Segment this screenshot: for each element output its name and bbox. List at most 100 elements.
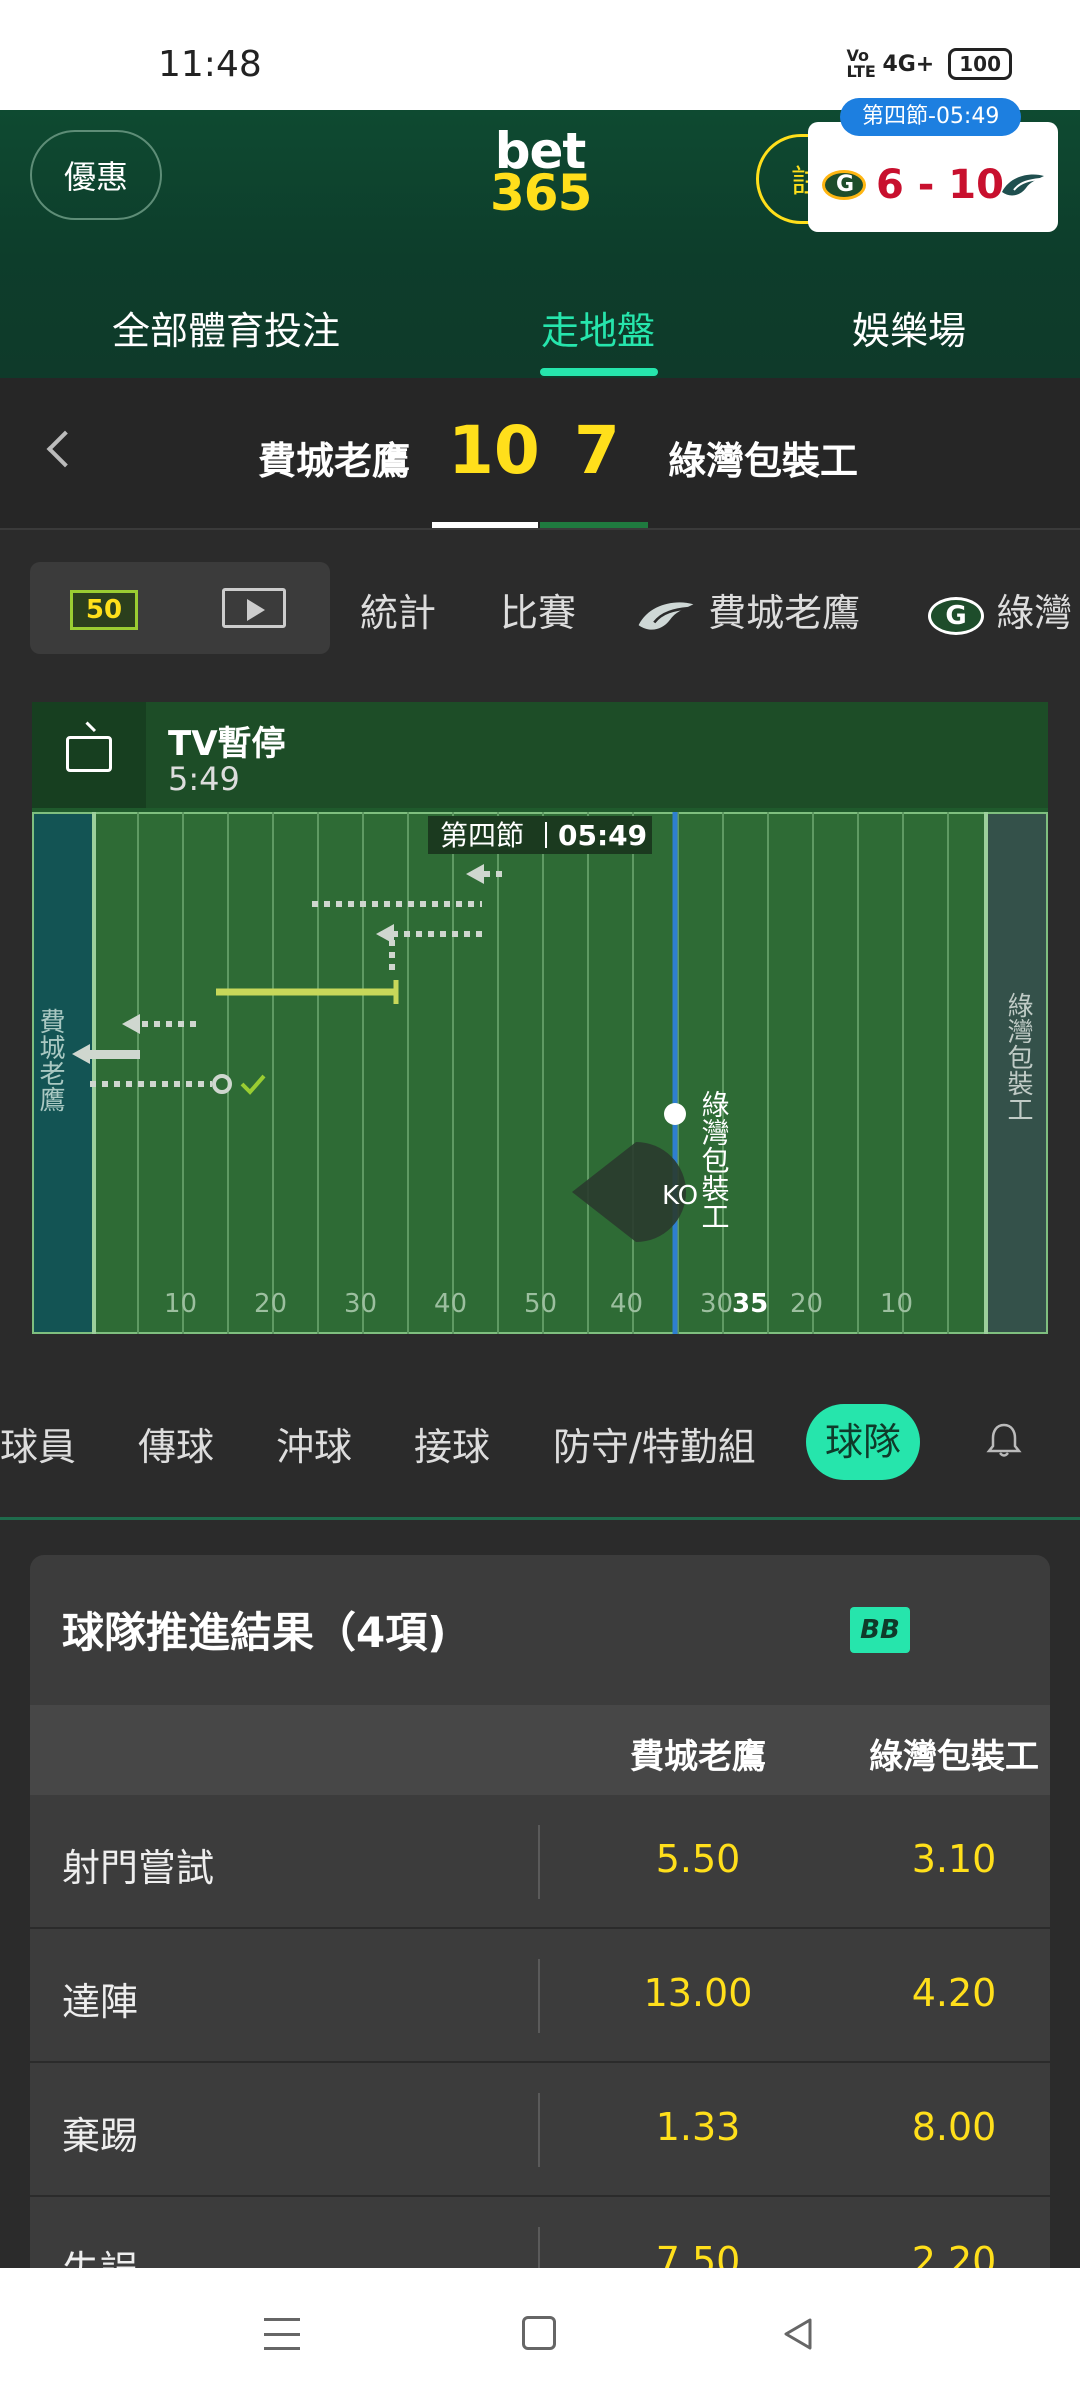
bet365-logo[interactable]: bet 365 (490, 126, 592, 222)
tab-players[interactable]: 球員 (0, 1416, 76, 1471)
app-header: 優惠 bet 365 註 第四節-05:49 6 - 10 全部體育投注 走地盤… (0, 98, 1080, 378)
odds-away[interactable]: 4.20 (844, 1971, 1050, 2015)
left-endzone-label: 費城老鷹 (35, 1008, 65, 1112)
volte-icon: Vo LTE (846, 46, 876, 81)
yard-number: 20 (254, 1289, 287, 1319)
bell-icon[interactable] (986, 1422, 1022, 1458)
field-period-label: 第四節 (440, 819, 524, 852)
logo-text-bottom: 365 (490, 164, 592, 222)
view-tabs: 50 統計 比賽 費城老鷹 G 綠灣 (0, 530, 1080, 690)
odds-away[interactable]: 3.10 (844, 1837, 1050, 1881)
tab-passing[interactable]: 傳球 (138, 1416, 214, 1471)
tv-status: TV暫停 (168, 724, 286, 764)
main-nav: 全部體育投注 走地盤 娛樂場 (0, 270, 1080, 378)
market-row: 達陣 13.00 4.20 (30, 1929, 1050, 2063)
status-bar: 11:48 Vo LTE 4G+ 100 (0, 0, 1080, 110)
tab-packers-label: 綠灣 (996, 591, 1073, 635)
tab-eagles[interactable]: 費城老鷹 (636, 582, 860, 637)
tv-icon-box (32, 702, 146, 808)
tab-team[interactable]: 球隊 (806, 1404, 920, 1480)
away-team-bar (540, 522, 648, 528)
popup-score: 6 - 10 (876, 162, 1004, 208)
live-score-popup[interactable]: 第四節-05:49 6 - 10 (808, 98, 1058, 232)
tab-rushing[interactable]: 沖球 (276, 1416, 352, 1471)
tv-icon (66, 736, 112, 772)
market-row-name: 失誤 (62, 2248, 139, 2270)
active-tab-indicator (540, 368, 658, 376)
yard-number: 30 (700, 1289, 733, 1319)
market-tabs: 球員 傳球 沖球 接球 防守/特勤組 球隊 (0, 1370, 1080, 1520)
tv-status-bar: TV暫停 5:49 (32, 702, 1048, 808)
yard-number: 40 (610, 1289, 643, 1319)
row-divider (538, 2227, 540, 2270)
row-divider (538, 2093, 540, 2167)
row-divider (538, 1959, 540, 2033)
odds-home[interactable]: 7.50 (588, 2239, 808, 2270)
yard-number: 10 (880, 1289, 913, 1319)
odds-home[interactable]: 1.33 (588, 2105, 808, 2149)
market-row: 失誤 7.50 2.20 (30, 2197, 1050, 2270)
back-chevron-icon[interactable] (46, 430, 84, 468)
market-title: 球隊推進結果（4項) (62, 1608, 447, 1657)
yard-number: 30 (344, 1289, 377, 1319)
bet-builder-badge[interactable]: BB (850, 1607, 910, 1653)
yard-number: 20 (790, 1289, 823, 1319)
match-tracker: TV暫停 5:49 第四節 05:49 KO 費城老鷹 綠灣包裝工 綠灣包裝工 … (32, 702, 1048, 1334)
view-switch: 50 (30, 562, 330, 654)
football-field: 第四節 05:49 KO 費城老鷹 綠灣包裝工 綠灣包裝工 35 10 20 3… (32, 812, 1048, 1334)
market-row-name: 達陣 (62, 1980, 139, 2024)
tv-clock: 5:49 (168, 760, 240, 798)
menu-icon[interactable] (264, 2318, 300, 2350)
odds-home[interactable]: 5.50 (588, 1837, 808, 1881)
odds-away[interactable]: 8.00 (844, 2105, 1050, 2149)
market-column-header: 費城老鷹 綠灣包裝工 (30, 1705, 1050, 1795)
match-header: 費城老鷹 10 7 綠灣包裝工 (0, 378, 1080, 530)
tab-stats[interactable]: 統計 (360, 582, 436, 637)
packers-logo-icon (822, 170, 866, 200)
odds-away[interactable]: 2.20 (844, 2239, 1050, 2270)
match-tracker-icon[interactable]: 50 (70, 590, 138, 630)
play-video-icon[interactable] (222, 588, 286, 628)
market-row: 射門嘗試 5.50 3.10 (30, 1795, 1050, 1929)
status-icons: Vo LTE 4G+ 100 (846, 48, 1012, 80)
battery-icon: 100 (948, 48, 1012, 80)
ball-yard-label: 35 (732, 1289, 768, 1319)
column-home-team: 費城老鷹 (630, 1737, 766, 1777)
market-row-name: 棄踢 (62, 2114, 139, 2158)
back-icon[interactable] (780, 2316, 816, 2352)
popup-period: 第四節-05:49 (840, 98, 1022, 136)
eagles-logo-icon (1002, 174, 1044, 196)
row-divider (538, 1825, 540, 1899)
promotions-button[interactable]: 優惠 (30, 130, 162, 220)
yard-number: 40 (434, 1289, 467, 1319)
tab-in-play[interactable]: 走地盤 (541, 300, 655, 355)
tab-match[interactable]: 比賽 (500, 582, 576, 637)
tab-all-sports[interactable]: 全部體育投注 (112, 300, 340, 355)
right-endzone-label: 綠灣包裝工 (1003, 992, 1033, 1122)
odds-home[interactable]: 13.00 (588, 1971, 808, 2015)
tab-receiving[interactable]: 接球 (414, 1416, 490, 1471)
system-nav-bar (0, 2268, 1080, 2400)
away-score: 7 (574, 412, 620, 489)
tab-eagles-label: 費城老鷹 (708, 591, 861, 635)
yard-number: 10 (164, 1289, 197, 1319)
market-card: 球隊推進結果（4項) BB 費城老鷹 綠灣包裝工 射門嘗試 5.50 3.10 … (30, 1555, 1050, 2270)
market-row: 棄踢 1.33 8.00 (30, 2063, 1050, 2197)
market-row-name: 射門嘗試 (62, 1846, 215, 1890)
yard-number: 50 (524, 1289, 557, 1319)
tab-defense-special[interactable]: 防守/特勤組 (553, 1416, 756, 1471)
home-team-name: 費城老鷹 (258, 439, 411, 483)
tab-casino[interactable]: 娛樂場 (852, 300, 966, 355)
eagles-logo-icon (638, 601, 694, 630)
home-icon[interactable] (522, 2316, 556, 2350)
status-time: 11:48 (158, 44, 262, 85)
signal-icon: 4G+ (882, 51, 935, 77)
ball-team-label: 綠灣包裝工 (698, 1090, 731, 1230)
yard-numbers: 10 20 30 40 50 40 30 20 10 (164, 1289, 913, 1319)
tab-packers[interactable]: G 綠灣 (928, 582, 1072, 637)
away-team-name: 綠灣包裝工 (668, 439, 859, 483)
ko-marker-label: KO (662, 1181, 698, 1211)
packers-logo-icon: G (928, 596, 984, 635)
field-clock: 05:49 (558, 819, 647, 852)
column-away-team: 綠灣包裝工 (869, 1737, 1039, 1777)
